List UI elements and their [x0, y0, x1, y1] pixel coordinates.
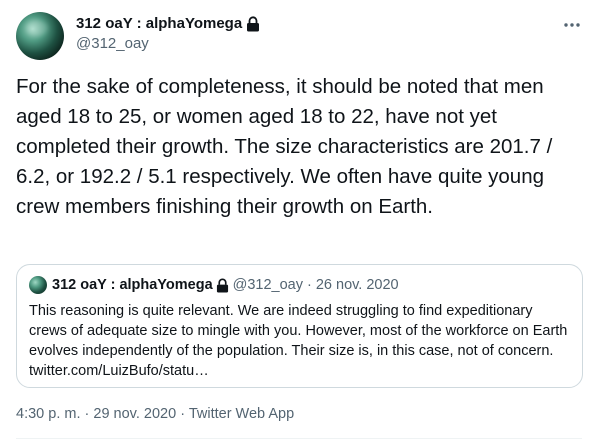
- more-options-button[interactable]: [560, 14, 584, 34]
- more-horizontal-icon: [563, 15, 581, 33]
- tweet-date[interactable]: 29 nov. 2020: [93, 406, 176, 422]
- author-handle[interactable]: @312_oay: [76, 34, 260, 54]
- author-block: 312 oaY : alphaYomega @312_oay: [76, 14, 260, 54]
- quoted-date: 26 nov. 2020: [315, 277, 399, 293]
- quoted-separator: ·: [307, 277, 312, 293]
- quoted-tweet-header: 312 oaY : alphaYomega @312_oay · 26 nov.…: [29, 275, 570, 295]
- tweet-card: 312 oaY : alphaYomega @312_oay For the s…: [0, 0, 598, 442]
- quoted-avatar: [29, 276, 47, 294]
- meta-separator: ·: [84, 406, 90, 422]
- quoted-tweet[interactable]: 312 oaY : alphaYomega @312_oay · 26 nov.…: [16, 264, 583, 388]
- author-name-row: 312 oaY : alphaYomega: [76, 14, 260, 34]
- quoted-display-name: 312 oaY : alphaYomega: [52, 277, 213, 293]
- divider: [16, 438, 582, 439]
- avatar[interactable]: [16, 12, 64, 60]
- author-display-name[interactable]: 312 oaY : alphaYomega: [76, 14, 242, 34]
- meta-separator: ·: [180, 406, 186, 422]
- lock-icon: [246, 16, 260, 32]
- tweet-source[interactable]: Twitter Web App: [189, 406, 294, 422]
- quoted-tweet-text: This reasoning is quite relevant. We are…: [29, 303, 568, 379]
- lock-icon: [216, 278, 229, 293]
- tweet-meta: 4:30 p. m. · 29 nov. 2020 · Twitter Web …: [16, 404, 294, 424]
- tweet-time[interactable]: 4:30 p. m.: [16, 406, 80, 422]
- tweet-text: For the sake of completeness, it should …: [16, 75, 553, 218]
- quoted-handle: @312_oay: [232, 277, 303, 293]
